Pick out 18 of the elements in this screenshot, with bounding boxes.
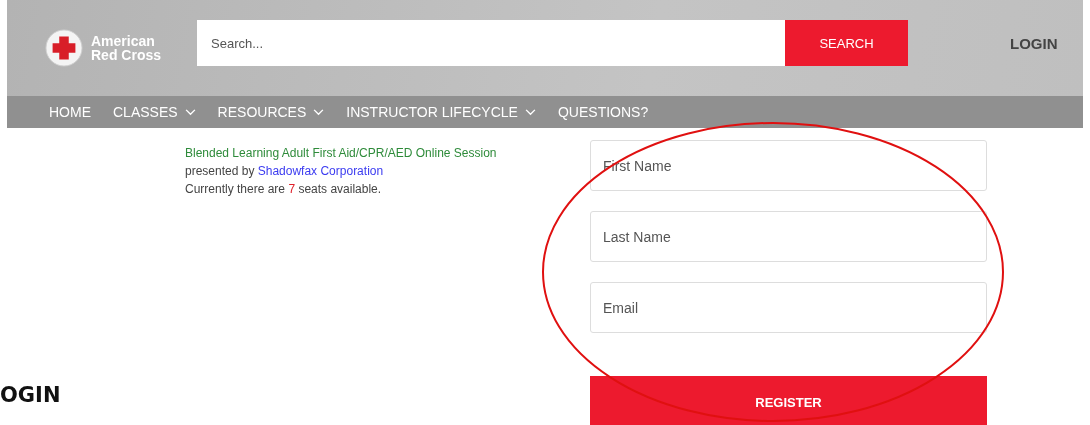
register-button[interactable]: REGISTER <box>590 376 987 425</box>
nav-item[interactable]: HOME <box>49 104 91 120</box>
nav-item[interactable]: QUESTIONS? <box>557 104 649 120</box>
input-field[interactable]: Last Name <box>590 211 987 262</box>
nav-item[interactable]: RESOURCES <box>217 104 325 120</box>
search-field[interactable]: Search... <box>197 20 785 66</box>
cross-logo-icon[interactable] <box>45 29 83 67</box>
input-field[interactable]: Email <box>590 282 987 333</box>
nav-item[interactable]: CLASSES <box>113 104 196 120</box>
presented-by-text: presented by <box>185 164 255 178</box>
nav-item[interactable]: INSTRUCTOR LIFECYCLE <box>346 104 536 120</box>
search-button[interactable]: SEARCH <box>785 20 908 66</box>
login-link[interactable]: LOGIN <box>1010 34 1058 52</box>
session-title: Blended Learning Adult First Aid/CPR/AED Online Session <box>185 145 498 162</box>
logo-text[interactable]: American Red Cross <box>91 34 162 62</box>
caption-text: OGIN <box>0 383 61 407</box>
provider-link[interactable]: Shadowfax Corporation <box>257 164 384 178</box>
seats-text: Currently there are 7 seats available. <box>185 181 383 198</box>
